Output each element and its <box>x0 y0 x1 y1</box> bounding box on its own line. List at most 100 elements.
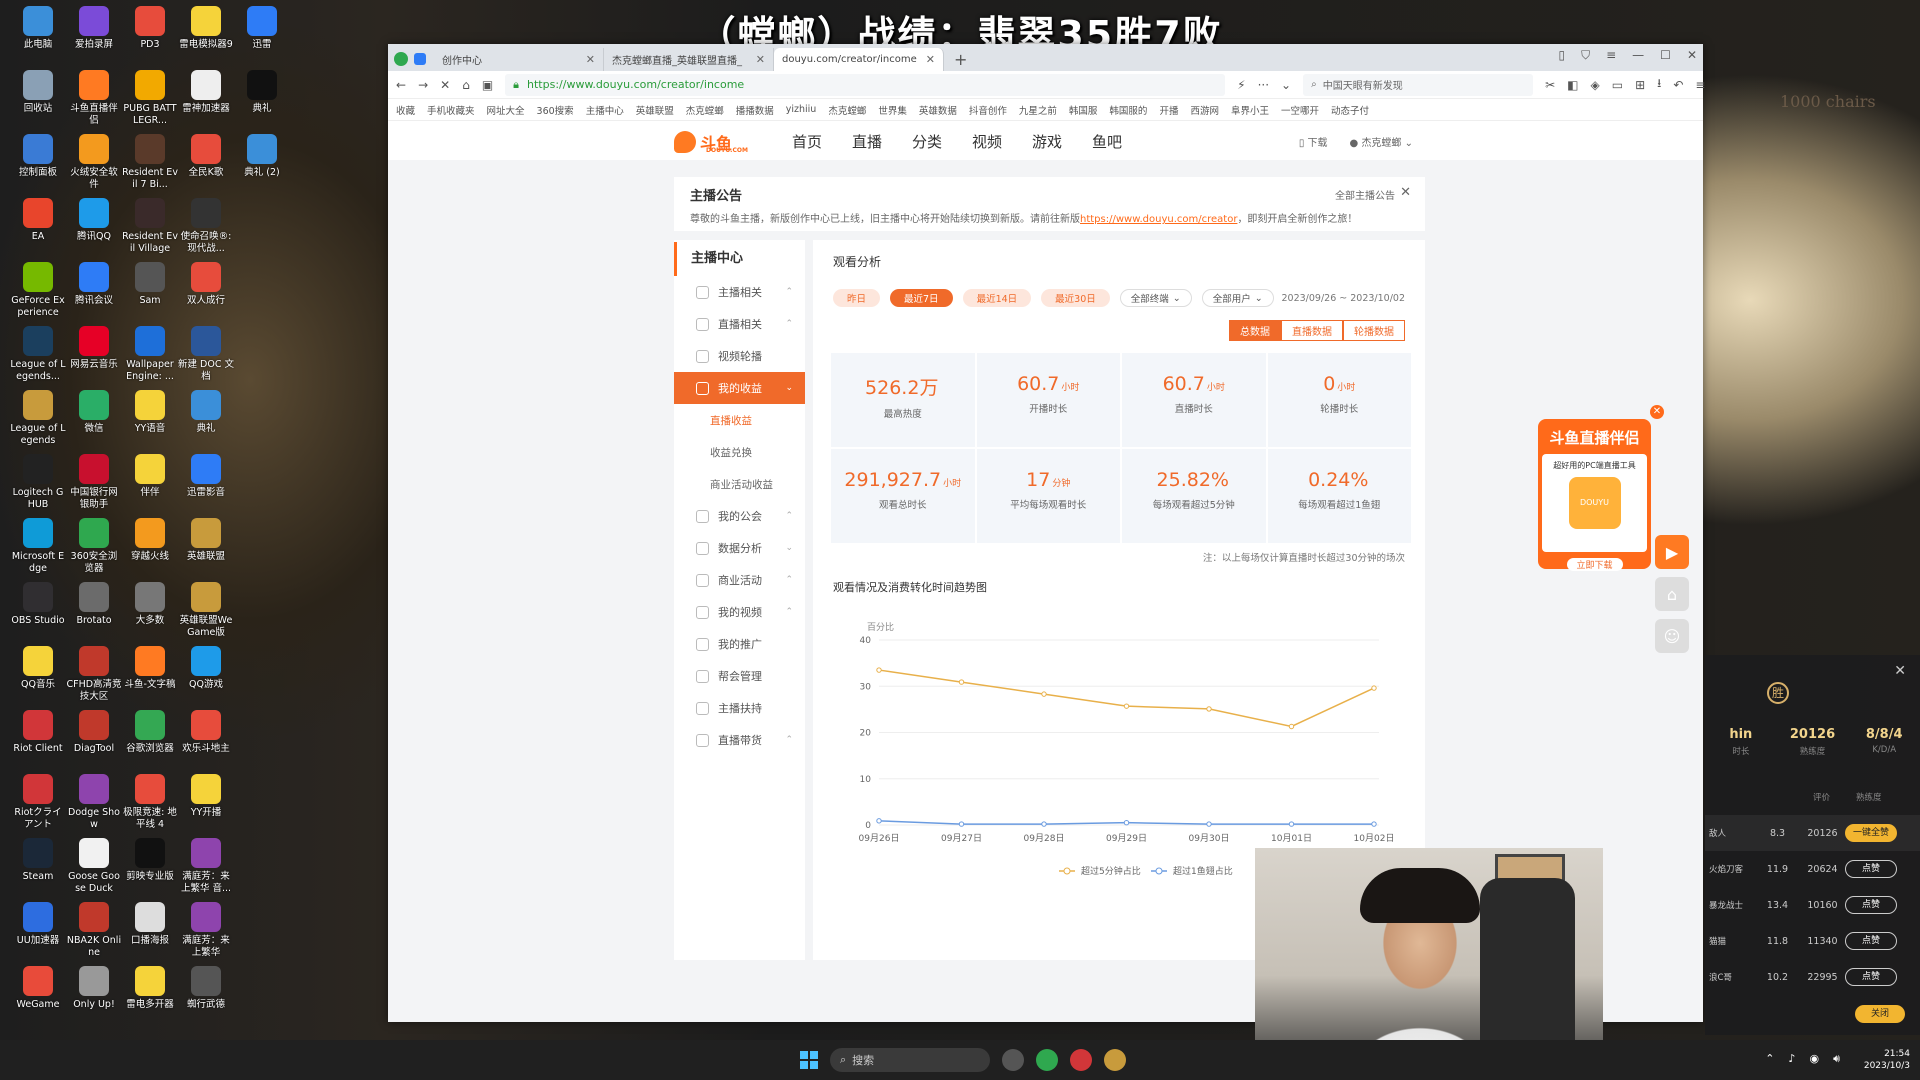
data-point[interactable] <box>958 679 965 685</box>
desktop-icon[interactable]: Resident Evil 7 Bi... <box>122 134 178 191</box>
desktop-icon[interactable]: 使命召唤®: 现代战... <box>178 198 234 255</box>
desktop-icon[interactable]: 火绒安全软件 <box>66 134 122 191</box>
download-link[interactable]: ▯ 下载 <box>1299 134 1328 149</box>
forward-icon[interactable]: → <box>418 78 428 92</box>
sidebar-item[interactable]: 主播扶持 <box>674 692 805 724</box>
bookmark-item[interactable]: 韩国服的 <box>1109 103 1147 117</box>
lightning-icon[interactable]: ⚡︎ <box>1237 78 1245 92</box>
nav-games[interactable]: 游戏 <box>1032 131 1062 152</box>
tab-income[interactable]: douyu.com/creator/income ✕ <box>774 48 944 71</box>
desktop-icon[interactable]: PUBG BATTLEGR... <box>122 70 178 127</box>
desktop-icon[interactable]: 新建 DOC 文档 <box>178 326 234 383</box>
desktop-icon[interactable]: QQ音乐 <box>10 646 66 691</box>
data-point[interactable] <box>1123 703 1130 709</box>
bookmark-item[interactable]: 英雄联盟 <box>636 103 674 117</box>
bookmark-item[interactable]: 网址大全 <box>487 103 525 117</box>
date-filter-button[interactable]: 最近30日 <box>1041 289 1110 307</box>
sidebar-toggle-icon[interactable]: ▯ <box>1558 48 1565 63</box>
bookmark-item[interactable]: 韩国服 <box>1069 103 1098 117</box>
desktop-icon[interactable]: Goose Goose Duck <box>66 838 122 895</box>
desktop-icon[interactable]: Logitech G HUB <box>10 454 66 511</box>
windows-start-icon[interactable] <box>800 1051 818 1069</box>
desktop-icon[interactable]: 迅雷影音 <box>178 454 234 499</box>
desktop-icon[interactable]: 典礼 <box>178 390 234 435</box>
desktop-icon[interactable]: Microsoft Edge <box>10 518 66 575</box>
live-companion-ad[interactable]: 斗鱼直播伴侣 超好用的PC端直播工具 DOUYU 立即下载 <box>1538 419 1651 571</box>
url-input[interactable]: 🔒︎ https://www.douyu.com/creator/income <box>505 73 1226 96</box>
desktop-icon[interactable]: 谷歌浏览器 <box>122 710 178 755</box>
data-point[interactable] <box>1288 723 1295 730</box>
menu-icon[interactable]: ≡ <box>1695 78 1705 92</box>
like-button[interactable]: 点赞 <box>1845 896 1897 914</box>
desktop-icon[interactable]: Only Up! <box>66 966 122 1011</box>
stop-icon[interactable]: ✕ <box>440 78 450 92</box>
taskbar-search[interactable]: ⌕ 搜索 <box>830 1048 990 1072</box>
desktop-icon[interactable]: Steam <box>10 838 66 883</box>
sidebar-item[interactable]: 数据分析 ⌄ <box>674 532 805 564</box>
desktop-icon[interactable]: League of Legends <box>10 390 66 447</box>
desktop-icon[interactable]: 雷电多开器 <box>122 966 178 1011</box>
home-icon[interactable]: ⌂ <box>462 78 470 92</box>
sidebar-item[interactable]: 帮会管理 <box>674 660 805 692</box>
sidebar-item[interactable]: 直播相关 ⌃ <box>674 308 805 340</box>
desktop-icon[interactable]: 双人成行 <box>178 262 234 307</box>
bookmark-item[interactable]: 西游网 <box>1190 103 1219 117</box>
desktop-icon[interactable]: 微信 <box>66 390 122 435</box>
data-point[interactable] <box>1123 819 1130 826</box>
desktop-icon[interactable]: QQ游戏 <box>178 646 234 691</box>
bookmark-item[interactable]: 英雄数据 <box>919 103 957 117</box>
desktop-icon[interactable]: 斗鱼直播伴侣 <box>66 70 122 127</box>
desktop-icon[interactable]: UU加速器 <box>10 902 66 947</box>
desktop-icon[interactable]: 控制面板 <box>10 134 66 179</box>
mic-icon[interactable]: ♪ <box>1788 1052 1795 1066</box>
download-icon[interactable]: ⭳ <box>1657 74 1661 95</box>
apps-icon[interactable]: ⊞ <box>1635 78 1645 92</box>
desktop-icon[interactable]: 典礼 (2) <box>234 134 290 179</box>
sidebar-item[interactable]: 主播相关 ⌃ <box>674 276 805 308</box>
volume-icon[interactable]: 🔊︎ <box>1833 1052 1840 1066</box>
data-point[interactable] <box>876 667 882 673</box>
menu-icon[interactable]: ≡ <box>1606 48 1616 63</box>
desktop-icon[interactable]: 全民K歌 <box>178 134 234 179</box>
bookmark-item[interactable]: 手机收藏夹 <box>427 103 475 117</box>
desktop-icon[interactable]: 回收站 <box>10 70 66 115</box>
app-icon-settings[interactable] <box>1002 1049 1024 1071</box>
bookmark-item[interactable]: 世界集 <box>878 103 907 117</box>
bookmark-item[interactable]: 杰克螳螂 <box>828 103 866 117</box>
close-icon[interactable]: ✕ <box>920 53 935 66</box>
user-menu[interactable]: ● 杰克螳螂 ⌄ <box>1350 134 1413 149</box>
desktop-icon[interactable]: 极限竞速: 地平线 4 <box>122 774 178 831</box>
nav-home[interactable]: 首页 <box>792 131 822 152</box>
desktop-icon[interactable]: 大多数 <box>122 582 178 627</box>
desktop-icon[interactable]: 欢乐斗地主 <box>178 710 234 755</box>
data-point[interactable] <box>1371 685 1377 691</box>
nav-video[interactable]: 视频 <box>972 131 1002 152</box>
scissors-icon[interactable]: ✂︎ <box>1545 78 1555 92</box>
chevron-down-icon[interactable]: ⌄ <box>1281 78 1291 92</box>
nav-category[interactable]: 分类 <box>912 131 942 152</box>
desktop-icon[interactable]: 英雄联盟WeGame版 <box>178 582 234 639</box>
sidebar-item[interactable]: 直播带货 ⌃ <box>674 724 805 756</box>
desktop-icon[interactable]: 典礼 <box>234 70 290 115</box>
desktop-icon[interactable]: WeGame <box>10 966 66 1011</box>
bookmark-item[interactable]: 抖音创作 <box>969 103 1007 117</box>
data-point[interactable] <box>1371 821 1377 827</box>
screen-icon[interactable]: ▭ <box>1612 78 1623 92</box>
nav-live[interactable]: 直播 <box>852 131 882 152</box>
data-point[interactable] <box>1288 821 1295 827</box>
data-tab[interactable]: 总数据 <box>1229 320 1281 341</box>
desktop-icon[interactable]: 蜘行武德 <box>178 966 234 1011</box>
bookmark-item[interactable]: yizhiiu <box>786 104 817 115</box>
minimize-button[interactable]: — <box>1632 48 1644 63</box>
sidebar-subitem[interactable]: 直播收益 <box>674 404 805 436</box>
bookmark-item[interactable]: 360搜索 <box>537 103 574 117</box>
extension-icon[interactable]: ◧ <box>1567 78 1578 92</box>
like-button[interactable]: 点赞 <box>1845 968 1897 986</box>
data-point[interactable] <box>958 821 965 827</box>
ad-close-icon[interactable]: ✕ <box>1650 405 1664 419</box>
close-icon[interactable]: ✕ <box>580 53 595 66</box>
sidebar-item[interactable]: 我的推广 <box>674 628 805 660</box>
like-button[interactable]: 一键全赞 <box>1845 824 1897 842</box>
ad-download-button[interactable]: 立即下载 <box>1566 558 1623 571</box>
shirt-icon[interactable]: ⛉ <box>1581 48 1590 63</box>
